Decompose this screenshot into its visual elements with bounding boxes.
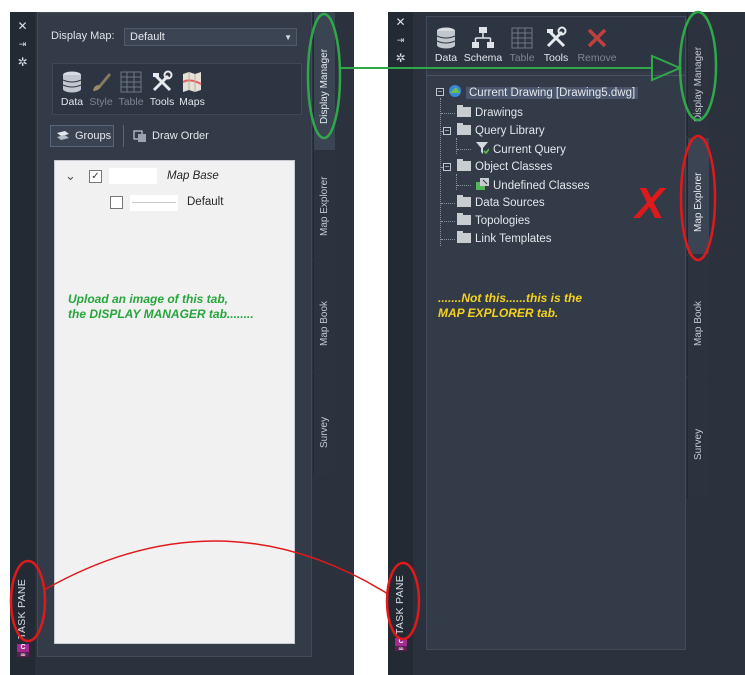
green-ellipse-left: [306, 12, 342, 140]
red-ellipse-map-explorer: [679, 134, 717, 262]
red-connector-arc: [43, 540, 389, 595]
green-ellipse-right: [678, 10, 718, 122]
red-ellipse-task-pane-right: [385, 561, 421, 641]
green-arrow-icon: [651, 54, 683, 82]
annotation-overlay: X: [9, 10, 718, 643]
red-ellipse-task-pane-left: [9, 559, 47, 643]
red-x-mark: X: [632, 179, 667, 228]
